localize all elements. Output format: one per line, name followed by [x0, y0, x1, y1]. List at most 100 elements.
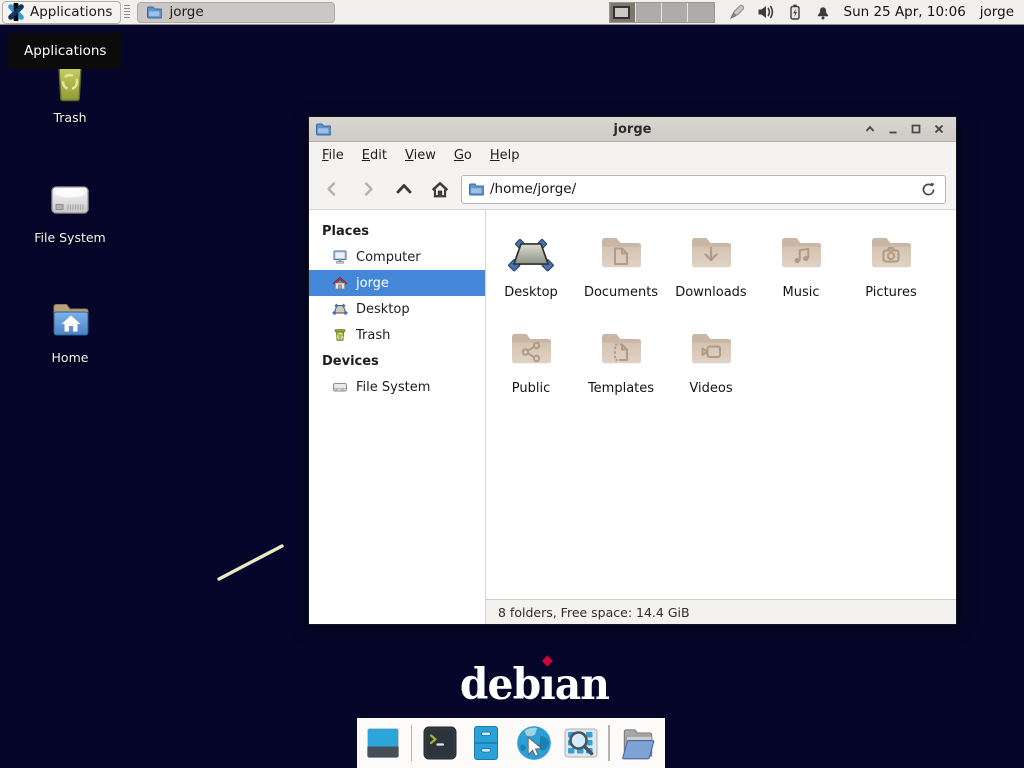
folder-videos-icon: [687, 324, 735, 372]
menu-file[interactable]: File: [313, 143, 353, 168]
computer-icon: [332, 249, 348, 265]
clock[interactable]: Sun 25 Apr, 10:06: [844, 4, 966, 20]
sidebar-header-devices: Devices: [309, 348, 485, 374]
sidebar-item-label: Trash: [356, 328, 390, 343]
reload-button[interactable]: [917, 178, 939, 200]
system-tray: [727, 3, 832, 22]
file-item-music[interactable]: Music: [756, 228, 846, 324]
debian-logo-text-end: an: [555, 660, 609, 710]
folder-icon: [146, 4, 162, 20]
file-item-videos[interactable]: Videos: [666, 324, 756, 420]
window-body: Places Computer jorge: [309, 210, 956, 624]
taskbar-window-button[interactable]: jorge: [137, 2, 335, 23]
panel-grip-handle[interactable]: [124, 5, 130, 19]
sidebar-item-file-system[interactable]: File System: [309, 374, 485, 400]
menu-go[interactable]: Go: [445, 143, 481, 168]
desktop-icon: [332, 301, 348, 317]
user-home-icon: [332, 275, 348, 291]
harddisk-icon: [46, 175, 94, 223]
app-finder-launcher[interactable]: [562, 723, 601, 763]
harddisk-icon: [332, 379, 348, 395]
desktop-icon: [507, 228, 555, 276]
file-item-label: Videos: [689, 381, 732, 396]
bottom-dock: [357, 718, 665, 768]
workspace-switcher: [609, 2, 715, 23]
desktop-icon-home[interactable]: Home: [15, 295, 125, 365]
debian-logo-text: deb: [460, 660, 540, 710]
terminal-launcher[interactable]: [420, 723, 459, 763]
menu-view[interactable]: View: [396, 143, 445, 168]
sidebar-item-jorge[interactable]: jorge: [309, 270, 485, 296]
desktop-icon-label: Home: [52, 350, 89, 365]
web-browser-icon: [514, 723, 554, 763]
file-item-public[interactable]: Public: [486, 324, 576, 420]
stylus-icon[interactable]: [727, 3, 746, 22]
debian-logo-i: ı: [540, 660, 555, 710]
web-browser-launcher[interactable]: [514, 723, 554, 763]
folder-music-icon: [777, 228, 825, 276]
desktop-icon-label: File System: [34, 230, 106, 245]
workspace-4[interactable]: [688, 3, 714, 22]
location-bar[interactable]: [461, 175, 946, 204]
minimize-button[interactable]: [886, 122, 900, 136]
folder-downloads-icon: [687, 228, 735, 276]
debian-logo: debıan: [460, 660, 609, 710]
file-item-templates[interactable]: Templates: [576, 324, 666, 420]
sidebar-item-label: jorge: [356, 276, 389, 291]
window-controls: [863, 122, 946, 136]
menu-edit[interactable]: Edit: [353, 143, 396, 168]
trash-icon: [332, 327, 348, 343]
sidebar-item-trash[interactable]: Trash: [309, 322, 485, 348]
maximize-button[interactable]: [909, 122, 923, 136]
applications-menu-label: Applications: [30, 4, 112, 20]
volume-icon[interactable]: [756, 3, 776, 21]
desktop-stray-line: [210, 538, 294, 586]
file-item-pictures[interactable]: Pictures: [846, 228, 936, 324]
window-titlebar[interactable]: jorge: [309, 117, 956, 142]
location-input[interactable]: [490, 181, 911, 197]
main-column: Desktop Documents: [486, 210, 956, 624]
file-cabinet-launcher[interactable]: [467, 723, 506, 763]
folder-icon: [618, 723, 658, 763]
folder-pictures-icon: [867, 228, 915, 276]
show-desktop-icon: [364, 724, 402, 762]
sidebar-item-label: Computer: [356, 250, 421, 265]
file-item-downloads[interactable]: Downloads: [666, 228, 756, 324]
show-desktop-button[interactable]: [364, 723, 403, 763]
home-button[interactable]: [425, 174, 455, 204]
statusbar: 8 folders, Free space: 14.4 GiB: [486, 599, 956, 624]
up-button[interactable]: [389, 174, 419, 204]
file-item-label: Music: [783, 285, 820, 300]
file-item-documents[interactable]: Documents: [576, 228, 666, 324]
folder-icon: [468, 181, 484, 197]
forward-button[interactable]: [353, 174, 383, 204]
workspace-1[interactable]: [610, 3, 636, 22]
workspace-3[interactable]: [662, 3, 688, 22]
menubar: File Edit View Go Help: [309, 142, 956, 169]
app-finder-icon: [562, 724, 600, 762]
back-button[interactable]: [317, 174, 347, 204]
sidebar-header-places: Places: [309, 218, 485, 244]
applications-tooltip: Applications: [8, 33, 122, 69]
shade-button[interactable]: [863, 122, 877, 136]
sidebar-item-computer[interactable]: Computer: [309, 244, 485, 270]
battery-icon[interactable]: [786, 3, 804, 21]
folder-public-icon: [507, 324, 555, 372]
sidebar-item-label: File System: [356, 380, 430, 395]
file-item-desktop[interactable]: Desktop: [486, 228, 576, 324]
sidebar-item-desktop[interactable]: Desktop: [309, 296, 485, 322]
desktop-icon-file-system[interactable]: File System: [15, 175, 125, 245]
statusbar-text: 8 folders, Free space: 14.4 GiB: [498, 605, 690, 620]
file-item-label: Templates: [588, 381, 654, 396]
folder-launcher[interactable]: [618, 723, 658, 763]
notifications-icon[interactable]: [814, 3, 832, 21]
taskbar-window-label: jorge: [169, 4, 203, 20]
toolbar: [309, 169, 956, 210]
close-button[interactable]: [932, 122, 946, 136]
workspace-2[interactable]: [636, 3, 662, 22]
applications-menu-button[interactable]: Applications: [2, 1, 121, 24]
top-panel: Applications jorge Su: [0, 0, 1024, 25]
menu-help[interactable]: Help: [481, 143, 529, 168]
file-item-label: Desktop: [504, 285, 558, 300]
workspace-window-preview: [613, 6, 630, 19]
